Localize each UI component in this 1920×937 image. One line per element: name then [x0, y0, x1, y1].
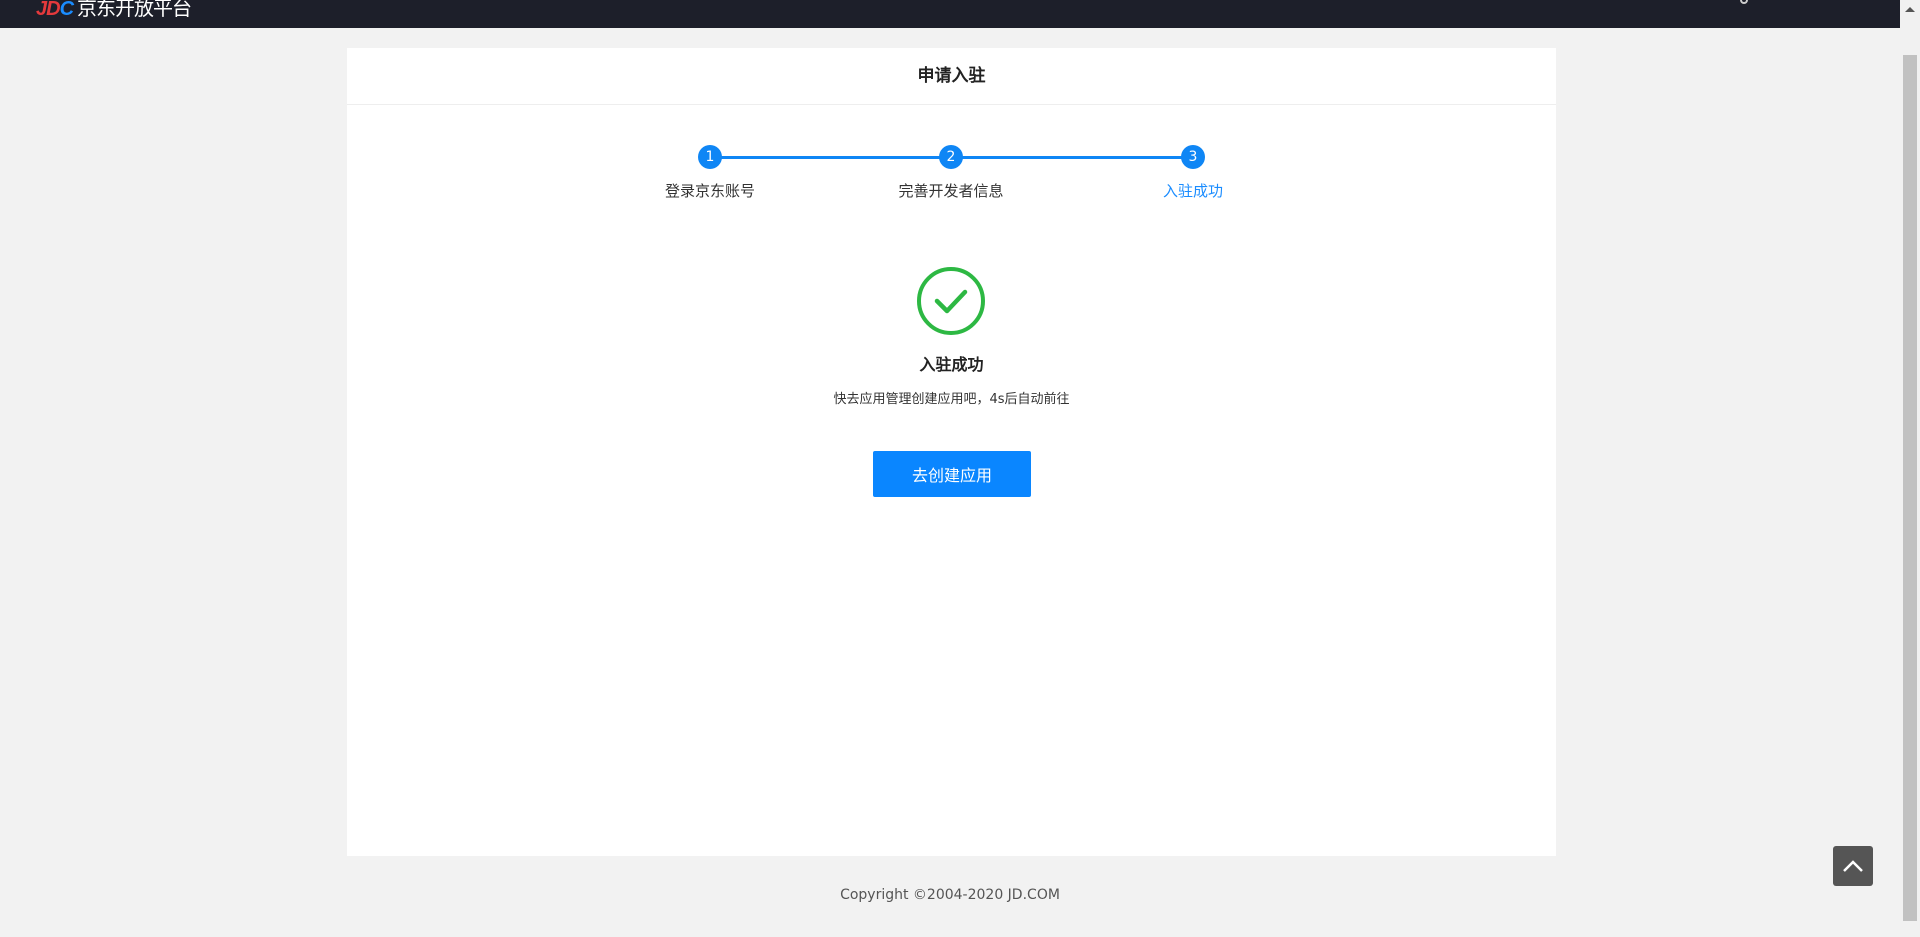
chevron-up-icon [1843, 860, 1863, 872]
scrollbar-thumb[interactable] [1903, 55, 1917, 921]
scrollbar[interactable] [1900, 0, 1920, 937]
step-3-dot: 3 [1181, 145, 1205, 169]
user-icon[interactable] [1740, 0, 1748, 4]
top-header: JDC 京东开放平台 [0, 0, 1900, 28]
scroll-up-icon[interactable] [1905, 7, 1915, 12]
step-1-label: 登录京东账号 [664, 182, 755, 200]
success-check-icon [917, 267, 985, 335]
back-to-top-button[interactable] [1833, 846, 1873, 886]
create-app-button[interactable]: 去创建应用 [873, 451, 1031, 497]
step-3-label: 入驻成功 [1162, 182, 1223, 200]
step-connector [710, 156, 951, 159]
result-message: 快去应用管理创建应用吧，4s后自动前往 [833, 392, 1070, 407]
step-2-dot: 2 [939, 145, 963, 169]
logo[interactable]: JDC 京东开放平台 [36, 0, 192, 21]
result-title: 入驻成功 [919, 355, 984, 374]
copyright: Copyright ©2004-2020 JD.COM [840, 887, 1060, 903]
page-title: 申请入驻 [347, 48, 1556, 105]
step-1-dot: 1 [698, 145, 722, 169]
step-connector [951, 156, 1193, 159]
apply-card: 申请入驻 1 2 3 登录京东账号 完善开发者信息 入驻成功 入驻成功 快去应用… [347, 48, 1556, 856]
step-2-label: 完善开发者信息 [898, 182, 1004, 200]
